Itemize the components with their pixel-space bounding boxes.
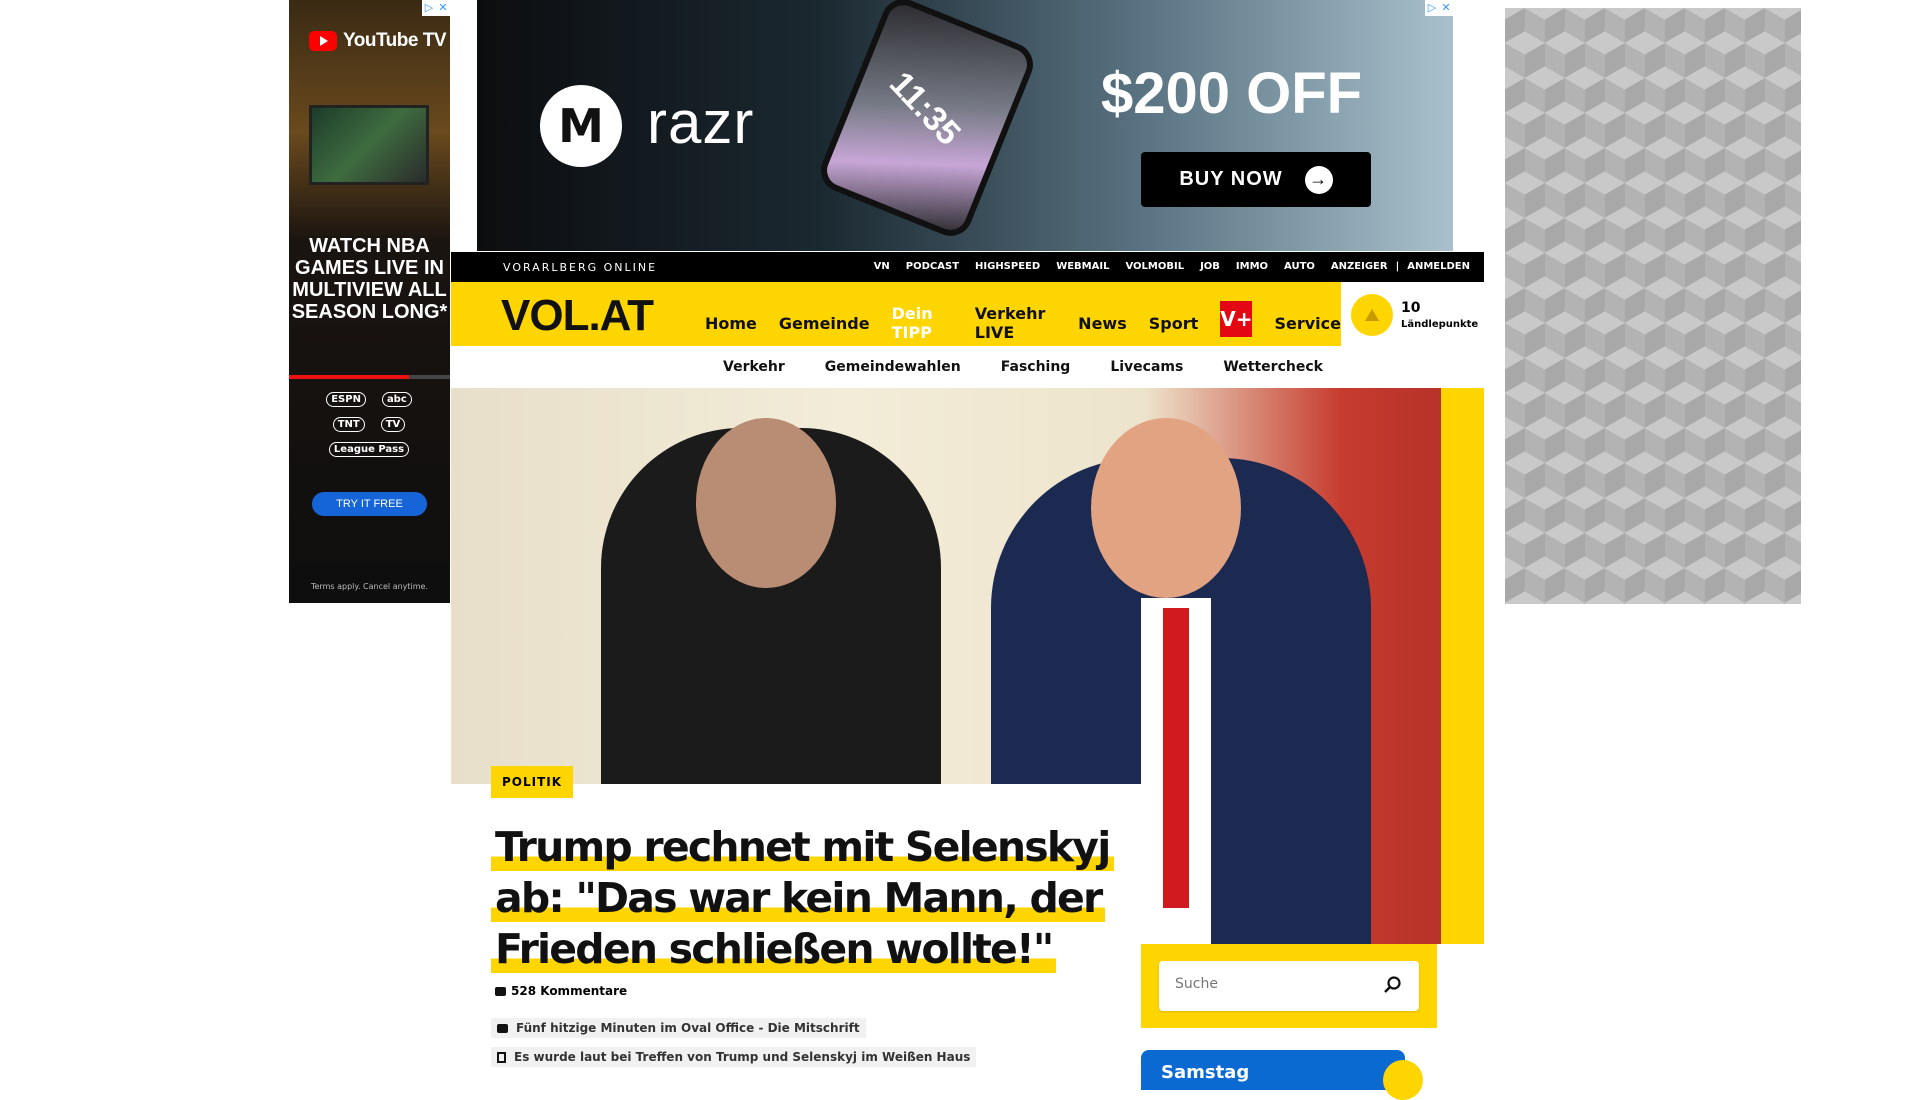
weather-widget[interactable]: Samstag (1141, 1050, 1423, 1100)
comment-icon (495, 986, 506, 996)
headline-text: Trump rechnet mit Selenskyj ab: "Das war… (491, 823, 1114, 973)
comment-count[interactable]: 528 Kommentare (495, 984, 627, 998)
motorola-logo-icon: M (540, 85, 622, 167)
phone-image: 11:35 (814, 0, 1040, 243)
related-article-link[interactable]: Es wurde laut bei Treffen von Trump und … (491, 1047, 977, 1067)
nav-vplus[interactable]: V+ (1220, 301, 1253, 337)
related-label: Fünf hitzige Minuten im Oval Office - Di… (516, 1021, 860, 1035)
nav-verkehr-live[interactable]: Verkehr LIVE (975, 304, 1056, 342)
top-bar-brand: VORARLBERG ONLINE (503, 261, 658, 274)
related-article-link[interactable]: Fünf hitzige Minuten im Oval Office - Di… (491, 1018, 866, 1038)
nav-news[interactable]: News (1078, 314, 1127, 333)
search-input[interactable] (1175, 976, 1375, 992)
top-bar: VORARLBERG ONLINE VN PODCAST HIGHSPEED W… (451, 252, 1484, 282)
ad-brand: YouTube TV (343, 30, 447, 51)
sun-icon (1383, 1060, 1423, 1100)
espn-logo: ESPN (326, 392, 366, 407)
offer-text: $200 OFF (1101, 61, 1363, 126)
site-logo[interactable]: VOL.AT (501, 291, 654, 341)
tnt-logo: TNT (332, 417, 365, 432)
nav-gemeinde[interactable]: Gemeinde (779, 314, 870, 333)
subnav-fasching[interactable]: Fasching (1001, 359, 1071, 375)
search-icon[interactable] (1383, 975, 1403, 995)
ad-choices-icon[interactable]: ▷ ✕ (422, 0, 450, 16)
link-anzeiger[interactable]: ANZEIGER (1331, 261, 1388, 272)
razr-wordmark: razr (647, 89, 755, 156)
nav-dein-tipp[interactable]: Dein TIPP (892, 304, 953, 342)
link-highspeed[interactable]: HIGHSPEED (975, 261, 1040, 272)
progress-bar (289, 375, 450, 379)
right-pattern-ad[interactable] (1505, 8, 1801, 604)
razr-banner-ad[interactable]: ▷ ✕ M razr 11:35 $200 OFF BUY NOW → (477, 0, 1453, 251)
document-icon (497, 1051, 506, 1063)
related-label: Es wurde laut bei Treffen von Trump und … (514, 1050, 971, 1064)
play-icon (309, 31, 337, 51)
nav-sport[interactable]: Sport (1149, 314, 1199, 333)
points-value: 10 (1401, 300, 1421, 316)
article-headline[interactable]: Trump rechnet mit Selenskyj ab: "Das war… (491, 822, 1131, 975)
hero-article-card[interactable]: POLITIK Trump rechnet mit Selenskyj ab: … (451, 766, 1141, 1084)
link-webmail[interactable]: WEBMAIL (1056, 261, 1109, 272)
league-pass-logo: League Pass (328, 442, 410, 457)
subnav-wettercheck[interactable]: Wettercheck (1223, 359, 1323, 375)
subnav-livecams[interactable]: Livecams (1110, 359, 1183, 375)
buy-now-label: BUY NOW (1179, 168, 1283, 190)
network-logos: ESPN abc TNT TV League Pass (314, 392, 424, 457)
link-vn[interactable]: VN (874, 261, 890, 272)
top-bar-links: VN PODCAST HIGHSPEED WEBMAIL VOLMOBIL JO… (874, 261, 1470, 272)
nav-home[interactable]: Home (705, 314, 757, 333)
main-nav: VOL.AT Home Gemeinde Dein TIPP Verkehr L… (451, 282, 1341, 346)
sub-nav: Verkehr Gemeindewahlen Fasching Livecams… (451, 346, 1484, 388)
link-immo[interactable]: IMMO (1236, 261, 1268, 272)
ad-terms: Terms apply. Cancel anytime. (310, 582, 429, 591)
points-label: Ländlepunkte (1401, 319, 1479, 330)
try-it-free-button[interactable]: TRY IT FREE (312, 492, 427, 516)
buy-now-button[interactable]: BUY NOW → (1141, 152, 1371, 207)
youtube-tv-logo: YouTube TV (309, 30, 447, 52)
search-field[interactable] (1159, 961, 1419, 1011)
link-auto[interactable]: AUTO (1284, 261, 1315, 272)
mountain-icon: ⛰ (1351, 294, 1393, 336)
link-job[interactable]: JOB (1200, 261, 1220, 272)
ad-choices-icon[interactable]: ▷ ✕ (1425, 0, 1453, 16)
phone-time: 11:35 (882, 64, 968, 153)
link-volmobil[interactable]: VOLMOBIL (1125, 261, 1184, 272)
tv-image (309, 105, 429, 185)
nav-service[interactable]: Service (1274, 314, 1341, 333)
comment-icon (497, 1023, 508, 1033)
search-widget (1141, 944, 1437, 1028)
category-tag[interactable]: POLITIK (491, 766, 574, 798)
link-podcast[interactable]: PODCAST (906, 261, 959, 272)
nav-items: Home Gemeinde Dein TIPP Verkehr LIVE New… (705, 301, 1341, 342)
comment-count-label: 528 Kommentare (511, 984, 628, 998)
hero-side-strip (1441, 388, 1484, 944)
ad-headline: WATCH NBA GAMES LIVE IN MULTIVIEW ALL SE… (291, 235, 448, 323)
abc-logo: abc (381, 392, 412, 407)
arrow-right-icon: → (1304, 165, 1333, 194)
divider: | (1395, 261, 1400, 272)
points-widget[interactable]: ⛰ 10 Ländlepunkte (1341, 282, 1484, 346)
youtube-tv-skyscraper-ad[interactable]: ▷ ✕ YouTube TV WATCH NBA GAMES LIVE IN MU… (289, 0, 450, 603)
tv-logo: TV (380, 417, 406, 432)
subnav-gemeindewahlen[interactable]: Gemeindewahlen (825, 359, 961, 375)
subnav-verkehr[interactable]: Verkehr (723, 359, 785, 375)
link-anmelden[interactable]: ANMELDEN (1407, 261, 1470, 272)
